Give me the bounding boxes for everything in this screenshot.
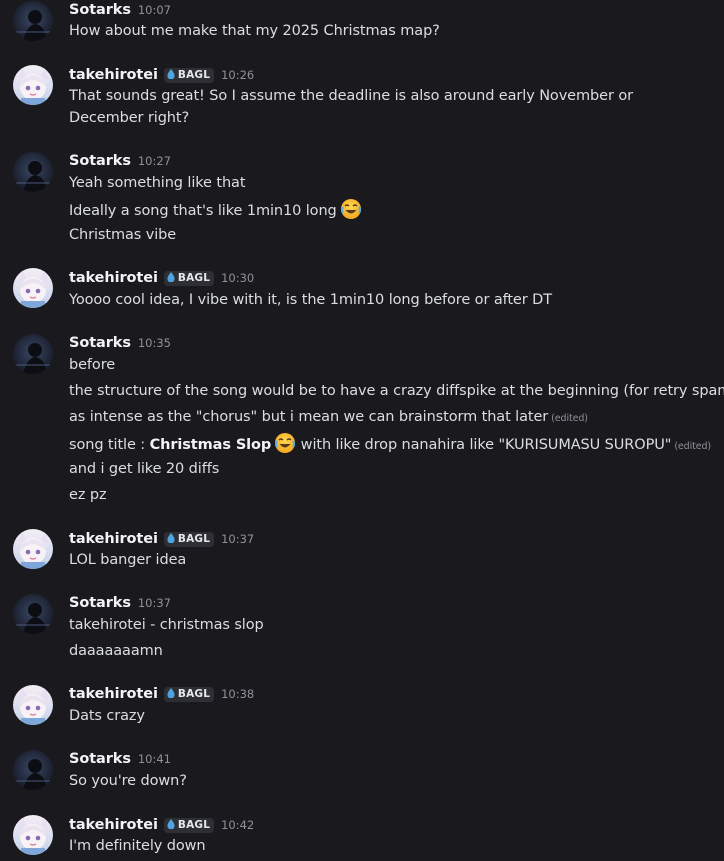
badge-label: BAGL <box>177 688 211 700</box>
message-text: Ideally a song that's like 1min10 long <box>69 198 362 220</box>
message-text: So you're down? <box>69 773 187 789</box>
message-header: Sotarks 10:41 <box>69 749 171 769</box>
timestamp[interactable]: 10:07 <box>138 3 171 17</box>
username[interactable]: takehirotei <box>69 686 158 702</box>
timestamp[interactable]: 10:37 <box>138 596 171 610</box>
timestamp[interactable]: 10:38 <box>221 687 254 701</box>
timestamp[interactable]: 10:30 <box>221 271 254 285</box>
avatar[interactable] <box>13 815 53 855</box>
avatar[interactable] <box>13 334 53 374</box>
sotarks-avatar-icon <box>13 1 53 41</box>
message-header: takehirotei BAGL 10:37 <box>69 529 254 549</box>
message-text: song title : Christmas Slop with like dr… <box>69 432 711 454</box>
song-title-prefix: song title : <box>69 437 150 453</box>
avatar[interactable] <box>13 594 53 634</box>
message-text: Yoooo cool idea, I vibe with it, is the … <box>69 292 552 308</box>
message-header: Sotarks 10:07 <box>69 0 171 20</box>
message-text-span: as intense as the "chorus" but i mean we… <box>69 409 549 425</box>
message-text: ez pz <box>69 487 107 503</box>
takehirotei-avatar-icon <box>13 268 53 308</box>
username[interactable]: takehirotei <box>69 270 158 286</box>
takehirotei-avatar-icon <box>13 685 53 725</box>
message-text: How about me make that my 2025 Christmas… <box>69 23 440 39</box>
message-text: as intense as the "chorus" but i mean we… <box>69 406 588 428</box>
timestamp[interactable]: 10:35 <box>138 336 171 350</box>
message-text: That sounds great! So I assume the deadl… <box>69 88 633 126</box>
takehirotei-avatar-icon <box>13 65 53 105</box>
role-badge[interactable]: BAGL <box>163 817 215 833</box>
username[interactable]: Sotarks <box>69 595 131 611</box>
badge-label: BAGL <box>177 69 211 81</box>
message-header: takehirotei BAGL 10:26 <box>69 65 254 85</box>
role-badge[interactable]: BAGL <box>163 270 215 286</box>
takehirotei-avatar-icon <box>13 529 53 569</box>
message-text: Yeah something like that <box>69 175 246 191</box>
badge-label: BAGL <box>177 272 211 284</box>
avatar[interactable] <box>13 750 53 790</box>
message-header: Sotarks 10:35 <box>69 333 171 353</box>
timestamp[interactable]: 10:37 <box>221 532 254 546</box>
username[interactable]: Sotarks <box>69 153 131 169</box>
timestamp[interactable]: 10:41 <box>138 752 171 766</box>
avatar[interactable] <box>13 529 53 569</box>
water-drop-icon <box>167 271 175 285</box>
role-badge[interactable]: BAGL <box>163 531 215 547</box>
avatar[interactable] <box>13 268 53 308</box>
water-drop-icon <box>167 687 175 701</box>
message-text: takehirotei - christmas slop <box>69 617 264 633</box>
message-header: Sotarks 10:37 <box>69 593 171 613</box>
username[interactable]: takehirotei <box>69 531 158 547</box>
sotarks-avatar-icon <box>13 334 53 374</box>
message-text: the structure of the song would be to ha… <box>69 383 724 399</box>
badge-label: BAGL <box>177 533 211 545</box>
message-text: LOL banger idea <box>69 552 187 568</box>
message-text: I'm definitely down <box>69 838 206 854</box>
water-drop-icon <box>167 532 175 546</box>
takehirotei-avatar-icon <box>13 815 53 855</box>
message-text: daaaaaaamn <box>69 643 163 659</box>
joy-emoji-icon[interactable] <box>274 432 296 461</box>
username[interactable]: takehirotei <box>69 817 158 833</box>
song-title-bold: Christmas Slop <box>149 437 272 453</box>
joy-emoji-icon[interactable] <box>340 198 362 227</box>
username[interactable]: Sotarks <box>69 2 131 18</box>
chat-message-list: Sotarks 10:07 How about me make that my … <box>0 0 724 861</box>
timestamp[interactable]: 10:26 <box>221 68 254 82</box>
sotarks-avatar-icon <box>13 594 53 634</box>
message-header: takehirotei BAGL 10:38 <box>69 684 254 704</box>
avatar[interactable] <box>13 152 53 192</box>
message-header: takehirotei BAGL 10:42 <box>69 815 254 835</box>
water-drop-icon <box>167 68 175 82</box>
message-text: and i get like 20 diffs <box>69 461 220 477</box>
water-drop-icon <box>167 818 175 832</box>
sotarks-avatar-icon <box>13 152 53 192</box>
username[interactable]: Sotarks <box>69 751 131 767</box>
username[interactable]: Sotarks <box>69 335 131 351</box>
message-text: Christmas vibe <box>69 227 177 243</box>
timestamp[interactable]: 10:42 <box>221 818 254 832</box>
song-title-suffix: with like drop nanahira like "KURISUMASU… <box>296 437 672 453</box>
avatar[interactable] <box>13 65 53 105</box>
badge-label: BAGL <box>177 819 211 831</box>
role-badge[interactable]: BAGL <box>163 686 215 702</box>
message-header: Sotarks 10:27 <box>69 151 171 171</box>
message-text: before <box>69 357 116 373</box>
message-header: takehirotei BAGL 10:30 <box>69 268 254 288</box>
edited-label: (edited) <box>551 413 588 424</box>
username[interactable]: takehirotei <box>69 67 158 83</box>
sotarks-avatar-icon <box>13 750 53 790</box>
timestamp[interactable]: 10:27 <box>138 154 171 168</box>
avatar[interactable] <box>13 1 53 41</box>
edited-label: (edited) <box>674 441 712 452</box>
role-badge[interactable]: BAGL <box>163 67 215 83</box>
message-text: Dats crazy <box>69 708 145 724</box>
message-text-span: Ideally a song that's like 1min10 long <box>69 203 337 219</box>
avatar[interactable] <box>13 685 53 725</box>
